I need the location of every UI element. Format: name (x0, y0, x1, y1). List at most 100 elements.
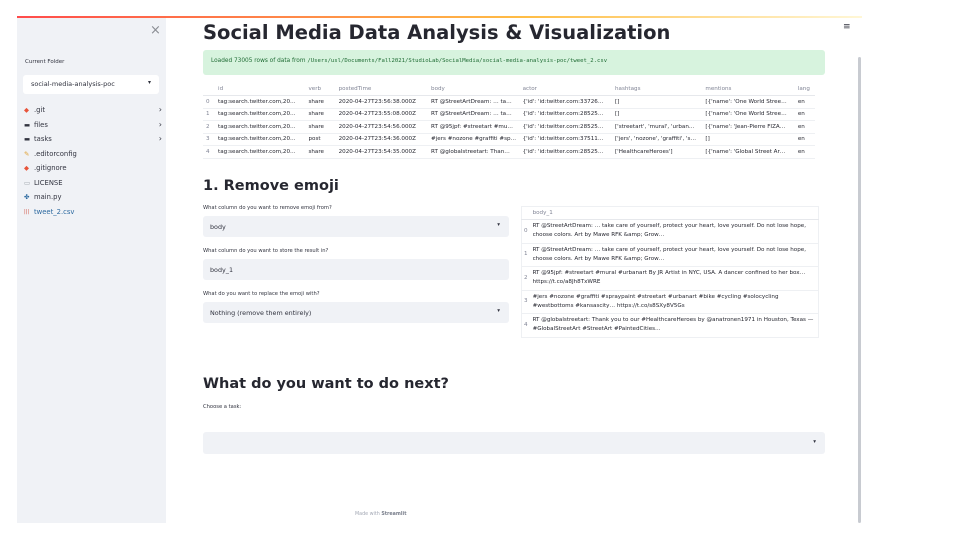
file-tree-item[interactable]: ✎ .editorconfig (24, 147, 162, 162)
remove-column-select[interactable]: body ▾ (203, 216, 509, 237)
sidebar: × Current Folder social-media-analysis-p… (17, 18, 166, 523)
file-tree-item[interactable]: ◆ .gitignore (24, 161, 162, 176)
table-cell: {'id': 'id:twitter.com:28525… (519, 145, 612, 159)
file-tree: ◆ .git › ▬ files › ▬ tasks › ✎ .editorconfig ◆ .giti… (24, 103, 162, 219)
folder-icon: ▬ (24, 135, 31, 144)
chevron-right-icon[interactable]: › (159, 134, 162, 143)
table-column-header[interactable]: verb (305, 83, 336, 96)
file-tree-item-label: .editorconfig (34, 149, 77, 158)
result-table[interactable]: body_1 0 RT @StreetArtDream: … take care … (521, 206, 819, 338)
success-prefix: Loaded 73005 rows of data from (211, 58, 308, 64)
main-menu-icon[interactable]: ≡ (843, 22, 851, 32)
file-tree-item[interactable]: ▬ tasks › (24, 132, 162, 147)
table-column-header[interactable]: actor (519, 83, 612, 96)
sidebar-close-icon[interactable]: × (150, 23, 161, 38)
task-select[interactable]: ▾ (203, 432, 825, 454)
result-cell-wrapper: RT @globalstreetart: Thank you to our #H… (529, 313, 819, 338)
table-cell: RT @StreetArtDream: … ta… (428, 95, 520, 109)
table-column-header[interactable]: mentions (702, 83, 795, 96)
current-folder-label: Current Folder (25, 59, 65, 65)
result-row-index: 4 (521, 313, 530, 338)
result-row[interactable]: 2 RT @95jpf: #streetart #mural #urbanart … (521, 266, 819, 291)
table-cell: [] (702, 133, 795, 146)
table-cell: tag:search.twitter.com,20… (215, 133, 306, 146)
table-row-index: 1 (203, 108, 216, 121)
result-cell-wrapper: #jers #nozone #graffiti #spraypaint #str… (529, 290, 819, 314)
result-cell: RT @StreetArtDream: … take care of yours… (532, 246, 807, 262)
result-row-index: 3 (521, 290, 530, 314)
table-cell: ['streetart', 'mural', 'urban… (611, 120, 703, 134)
result-cell-wrapper: RT @StreetArtDream: … take care of yours… (529, 219, 819, 244)
table-row-index: 2 (203, 120, 216, 134)
table-cell: tag:search.twitter.com,20… (215, 108, 306, 121)
chevron-down-icon: ▾ (147, 79, 151, 86)
chevron-right-icon[interactable]: › (159, 120, 162, 129)
table-row-index: 3 (203, 133, 216, 146)
table-column-header[interactable]: body (428, 83, 520, 96)
table-row[interactable]: 3 tag:search.twitter.com,20… post 2020-04-2… (203, 133, 815, 146)
table-column-header[interactable]: postedTime (335, 83, 429, 96)
data-table[interactable]: id verb postedTime body actor hashtags mention… (203, 83, 815, 159)
editorconfig-icon: ✎ (24, 149, 30, 158)
footer-brand-link[interactable]: Streamlit (381, 512, 406, 517)
table-cell: en (794, 145, 815, 159)
replace-emoji-select[interactable]: Nothing (remove them entirely) ▾ (203, 302, 509, 323)
result-cell-wrapper: RT @95jpf: #streetart #mural #urbanart B… (529, 266, 819, 291)
file-tree-item[interactable]: ◆ .git › (24, 103, 162, 118)
table-column-header[interactable]: lang (794, 83, 815, 96)
table-cell: [] (611, 95, 703, 109)
file-tree-item[interactable]: ▭ LICENSE (24, 176, 162, 191)
store-column-input[interactable]: body_1 (203, 259, 509, 280)
table-row-index: 0 (203, 95, 216, 109)
scrollbar[interactable] (858, 57, 861, 523)
table-cell: {'id': 'id:twitter.com:33726… (519, 95, 612, 109)
csv-icon: ||| (24, 208, 30, 215)
table-cell: tag:search.twitter.com,20… (215, 145, 306, 159)
table-cell: en (794, 133, 815, 146)
table-cell: en (794, 95, 815, 109)
git-icon: ◆ (24, 106, 29, 115)
file-tree-item-label: main.py (34, 193, 62, 202)
file-tree-item[interactable]: ||| tweet_2.csv (24, 205, 162, 220)
table-column-header[interactable] (203, 83, 216, 96)
result-index-header (521, 206, 530, 220)
page-title: Social Media Data Analysis & Visualizati… (203, 21, 671, 44)
remove-emoji-heading: 1. Remove emoji (203, 178, 339, 194)
success-message: Loaded 73005 rows of data from /Users/us… (211, 58, 607, 64)
table-cell: {'id': 'id:twitter.com:28525… (519, 120, 612, 134)
success-alert: Loaded 73005 rows of data from /Users/us… (203, 50, 825, 75)
table-cell: 2020-04-27T23:56:38.000Z (335, 95, 429, 109)
task-label: Choose a task: (203, 404, 242, 410)
table-cell: [{'name': 'Jean-Pierre FIZA… (702, 120, 795, 134)
table-row[interactable]: 1 tag:search.twitter.com,20… share 2020-04-… (203, 108, 815, 121)
result-row[interactable]: 3 #jers #nozone #graffiti #spraypaint #st… (521, 290, 819, 314)
result-row[interactable]: 4 RT @globalstreetart: Thank you to our #… (521, 313, 819, 338)
table-cell: RT @StreetArtDream: … ta… (428, 108, 520, 121)
result-cell: RT @95jpf: #streetart #mural #urbanart B… (532, 270, 806, 286)
folder-icon: ▬ (24, 120, 31, 129)
file-tree-item-label: .git (34, 106, 46, 115)
footer-prefix: Made with (355, 512, 382, 517)
file-tree-item[interactable]: ✤ main.py (24, 190, 162, 205)
table-row[interactable]: 0 tag:search.twitter.com,20… share 2020-04-… (203, 95, 815, 109)
replace-emoji-label: What do you want to replace the emoji wi… (203, 291, 320, 297)
remove-column-value: body (210, 222, 226, 231)
success-path: /Users/usl/Documents/Fall2021/StudioLab/… (307, 58, 608, 64)
result-row[interactable]: 1 RT @StreetArtDream: … take care of your… (521, 243, 819, 267)
file-tree-item-label: files (34, 120, 48, 129)
file-tree-item-label: tweet_2.csv (34, 207, 75, 216)
folder-select[interactable]: social-media-analysis-poc ▾ (23, 75, 159, 94)
table-row[interactable]: 4 tag:search.twitter.com,20… share 2020-04-… (203, 145, 815, 159)
result-row[interactable]: 0 RT @StreetArtDream: … take care of your… (521, 219, 819, 244)
table-column-header[interactable]: id (215, 83, 306, 96)
table-cell: tag:search.twitter.com,20… (215, 120, 306, 134)
file-tree-item[interactable]: ▬ files › (24, 118, 162, 133)
file-tree-item-label: LICENSE (34, 178, 63, 187)
table-cell: #jers #nozone #graffiti #sp… (428, 133, 520, 146)
result-row-index: 2 (521, 266, 530, 291)
table-row[interactable]: 2 tag:search.twitter.com,20… share 2020-04-… (203, 120, 815, 134)
table-cell: share (305, 145, 336, 159)
table-column-header[interactable]: hashtags (611, 83, 703, 96)
table-cell: RT @globalstreetart: Than… (428, 145, 520, 159)
chevron-right-icon[interactable]: › (159, 105, 162, 114)
